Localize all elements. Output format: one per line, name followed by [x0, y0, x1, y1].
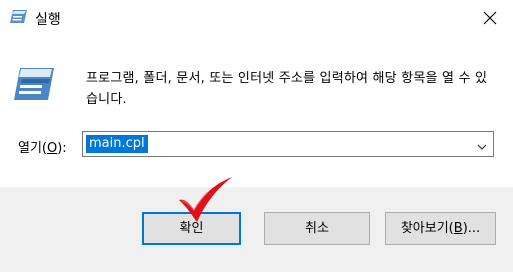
description-text: 프로그램, 폴더, 문서, 또는 인터넷 주소를 입력하여 해당 항목을 열 수…: [86, 71, 488, 107]
dropdown-button[interactable]: [477, 140, 487, 154]
checkmark-icon: [176, 176, 236, 226]
open-combobox[interactable]: main.cpl: [82, 131, 494, 157]
open-input[interactable]: main.cpl: [86, 135, 148, 153]
close-button[interactable]: [469, 0, 513, 36]
close-icon: [483, 11, 497, 25]
run-icon: [14, 66, 54, 102]
open-label: 열기(O):: [18, 141, 67, 156]
window-title: 실행: [35, 12, 61, 28]
cancel-button[interactable]: 취소: [264, 212, 370, 245]
title-bar[interactable]: 실행: [0, 0, 513, 36]
chevron-down-icon: [477, 144, 487, 150]
browse-button[interactable]: 찾아보기(B)...: [385, 212, 496, 245]
run-icon: [10, 10, 27, 23]
